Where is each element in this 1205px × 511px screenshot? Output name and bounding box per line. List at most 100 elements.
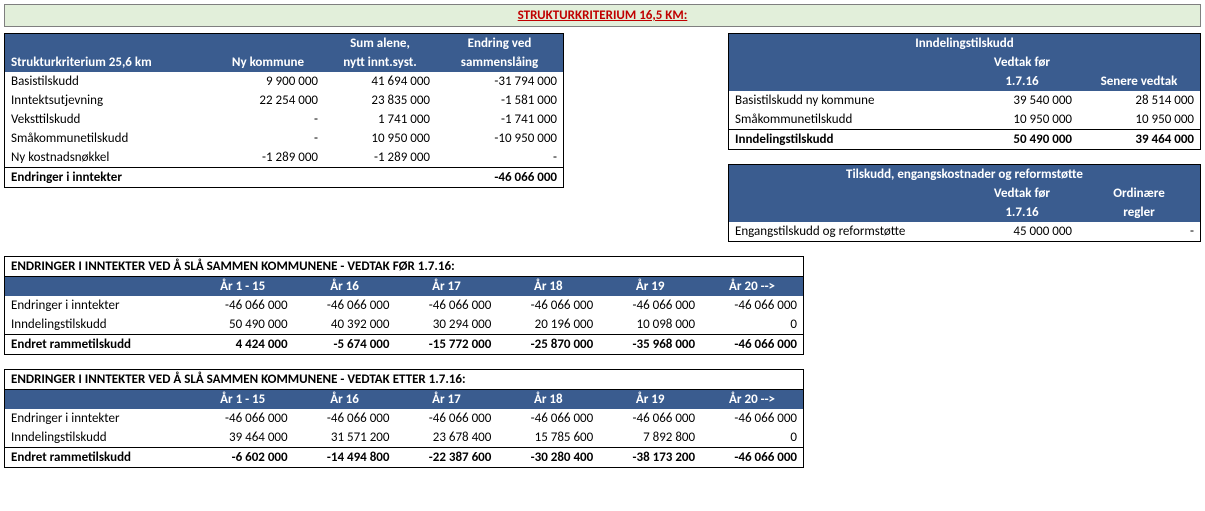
changes-before-table: År 1 - 15 År 16 År 17 År 18 År 19 År 20 … — [4, 276, 804, 355]
cell-value: 10 950 000 — [966, 110, 1078, 130]
table-row: Inndelingstilskudd 50 490 000 40 392 000… — [5, 315, 804, 335]
cell-label: Inndelingstilskudd — [729, 130, 967, 150]
cell-value — [212, 168, 324, 188]
cell-value: 30 294 000 — [395, 315, 497, 335]
cell-value: -31 794 000 — [436, 72, 564, 91]
cell-value: -46 066 000 — [701, 335, 803, 355]
cell-label: Endringer i inntekter — [5, 409, 192, 428]
cell-value: - — [212, 129, 324, 148]
cell-value: -46 066 000 — [701, 448, 803, 468]
table-row: Småkommunetilskudd - 10 950 000 -10 950 … — [5, 129, 564, 148]
page-title: STRUKTURKRITERIUM 16,5 KM: — [4, 4, 1201, 27]
table-row: Ny kostnadsnøkkel -1 289 000 -1 289 000 … — [5, 148, 564, 168]
cell-value: -46 066 000 — [436, 168, 564, 188]
col-header-change-2: sammenslåing — [436, 53, 564, 72]
cell-value: 10 950 000 — [324, 129, 436, 148]
cell-label: Engangstilskudd og reformstøtte — [729, 222, 967, 242]
cell-label: Inndelingstilskudd — [5, 315, 192, 335]
cell-value: -22 387 600 — [395, 448, 497, 468]
col-header-ordinary-1: Ordinære — [1078, 184, 1201, 203]
col-header-before-1: Vedtak før — [966, 184, 1078, 203]
col-header-year: År 18 — [497, 277, 599, 297]
cell-value: -46 066 000 — [701, 409, 803, 428]
cell-value: -46 066 000 — [395, 409, 497, 428]
cell-value: 1 741 000 — [324, 110, 436, 129]
cell-value — [324, 168, 436, 188]
cell-value: -10 950 000 — [436, 129, 564, 148]
col-header-year: År 16 — [294, 277, 396, 297]
inndelingstilskudd-table: Inndelingstilskudd Vedtak før Senere ved… — [728, 33, 1201, 150]
col-header-year: År 20 --> — [701, 277, 803, 297]
table-total-row: Endret rammetilskudd -6 602 000 -14 494 … — [5, 448, 804, 468]
table-title: Inndelingstilskudd — [729, 34, 1201, 54]
col-header-year: År 19 — [599, 277, 701, 297]
cell-value: 9 900 000 — [212, 72, 324, 91]
cell-value: -46 066 000 — [395, 296, 497, 315]
col-header-later: Senere vedtak — [1078, 53, 1201, 91]
col-header-year: År 18 — [497, 390, 599, 410]
section-before-title: ENDRINGER I INNTEKTER VED Å SLÅ SAMMEN K… — [4, 256, 804, 276]
cell-value: -1 581 000 — [436, 91, 564, 110]
cell-value: 50 490 000 — [192, 315, 294, 335]
cell-label: Småkommunetilskudd — [729, 110, 967, 130]
table-row: Inntektsutjevning 22 254 000 23 835 000 … — [5, 91, 564, 110]
col-header-before-1: Vedtak før — [966, 53, 1078, 72]
cell-value: 28 514 000 — [1078, 91, 1201, 110]
cell-value: -46 066 000 — [192, 409, 294, 428]
cell-value: 39 464 000 — [192, 428, 294, 448]
cell-value: -14 494 800 — [294, 448, 396, 468]
cell-value: - — [1078, 222, 1201, 242]
cell-value: 22 254 000 — [212, 91, 324, 110]
col-header-year: År 17 — [395, 390, 497, 410]
col-header-year: År 1 - 15 — [192, 390, 294, 410]
cell-value: -1 741 000 — [436, 110, 564, 129]
col-header-year: År 19 — [599, 390, 701, 410]
table-row: Basistilskudd ny kommune 39 540 000 28 5… — [729, 91, 1201, 110]
col-header-year: År 20 --> — [701, 390, 803, 410]
cell-label: Endret rammetilskudd — [5, 448, 192, 468]
cell-value: 50 490 000 — [966, 130, 1078, 150]
cell-label: Basistilskudd ny kommune — [729, 91, 967, 110]
cell-value: 45 000 000 — [966, 222, 1078, 242]
cell-value: 20 196 000 — [497, 315, 599, 335]
cell-value: -15 772 000 — [395, 335, 497, 355]
table-total-row: Endret rammetilskudd 4 424 000 -5 674 00… — [5, 335, 804, 355]
cell-label: Endringer i inntekter — [5, 296, 192, 315]
cell-label: Inntektsutjevning — [5, 91, 213, 110]
cell-label: Småkommunetilskudd — [5, 129, 213, 148]
col-header-before-2: 1.7.16 — [966, 72, 1078, 91]
cell-label: Veksttilskudd — [5, 110, 213, 129]
structure-criteria-table: Strukturkriterium 25,6 km Ny kommune Sum… — [4, 33, 564, 188]
table-total-row: Inndelingstilskudd 50 490 000 39 464 000 — [729, 130, 1201, 150]
table-row: Engangstilskudd og reformstøtte 45 000 0… — [729, 222, 1201, 242]
table-row: Veksttilskudd - 1 741 000 -1 741 000 — [5, 110, 564, 129]
col-header-before-2: 1.7.16 — [966, 203, 1078, 222]
table-row: Endringer i inntekter -46 066 000 -46 06… — [5, 296, 804, 315]
tilskudd-reform-table: Tilskudd, engangskostnader og reformstøt… — [728, 164, 1201, 242]
cell-value: -1 289 000 — [324, 148, 436, 168]
changes-after-table: År 1 - 15 År 16 År 17 År 18 År 19 År 20 … — [4, 389, 804, 468]
cell-value: -5 674 000 — [294, 335, 396, 355]
table-title: Tilskudd, engangskostnader og reformstøt… — [729, 165, 1201, 185]
cell-value: -46 066 000 — [599, 409, 701, 428]
cell-value: 23 835 000 — [324, 91, 436, 110]
cell-value: 0 — [701, 315, 803, 335]
cell-value: 10 950 000 — [1078, 110, 1201, 130]
col-header-ordinary-2: regler — [1078, 203, 1201, 222]
cell-value: - — [436, 148, 564, 168]
cell-value: -46 066 000 — [294, 409, 396, 428]
col-header-sumalone-2: nytt innt.syst. — [324, 53, 436, 72]
col-header-nykommune: Ny kommune — [212, 34, 324, 73]
cell-value: -46 066 000 — [701, 296, 803, 315]
cell-value: 39 464 000 — [1078, 130, 1201, 150]
cell-value: 15 785 600 — [497, 428, 599, 448]
cell-label: Endringer i inntekter — [5, 168, 213, 188]
table-row: Småkommunetilskudd 10 950 000 10 950 000 — [729, 110, 1201, 130]
cell-value: -46 066 000 — [192, 296, 294, 315]
cell-value: -25 870 000 — [497, 335, 599, 355]
cell-value: 4 424 000 — [192, 335, 294, 355]
cell-value: -46 066 000 — [599, 296, 701, 315]
cell-value: -46 066 000 — [497, 409, 599, 428]
cell-value: -35 968 000 — [599, 335, 701, 355]
col-header-year: År 1 - 15 — [192, 277, 294, 297]
